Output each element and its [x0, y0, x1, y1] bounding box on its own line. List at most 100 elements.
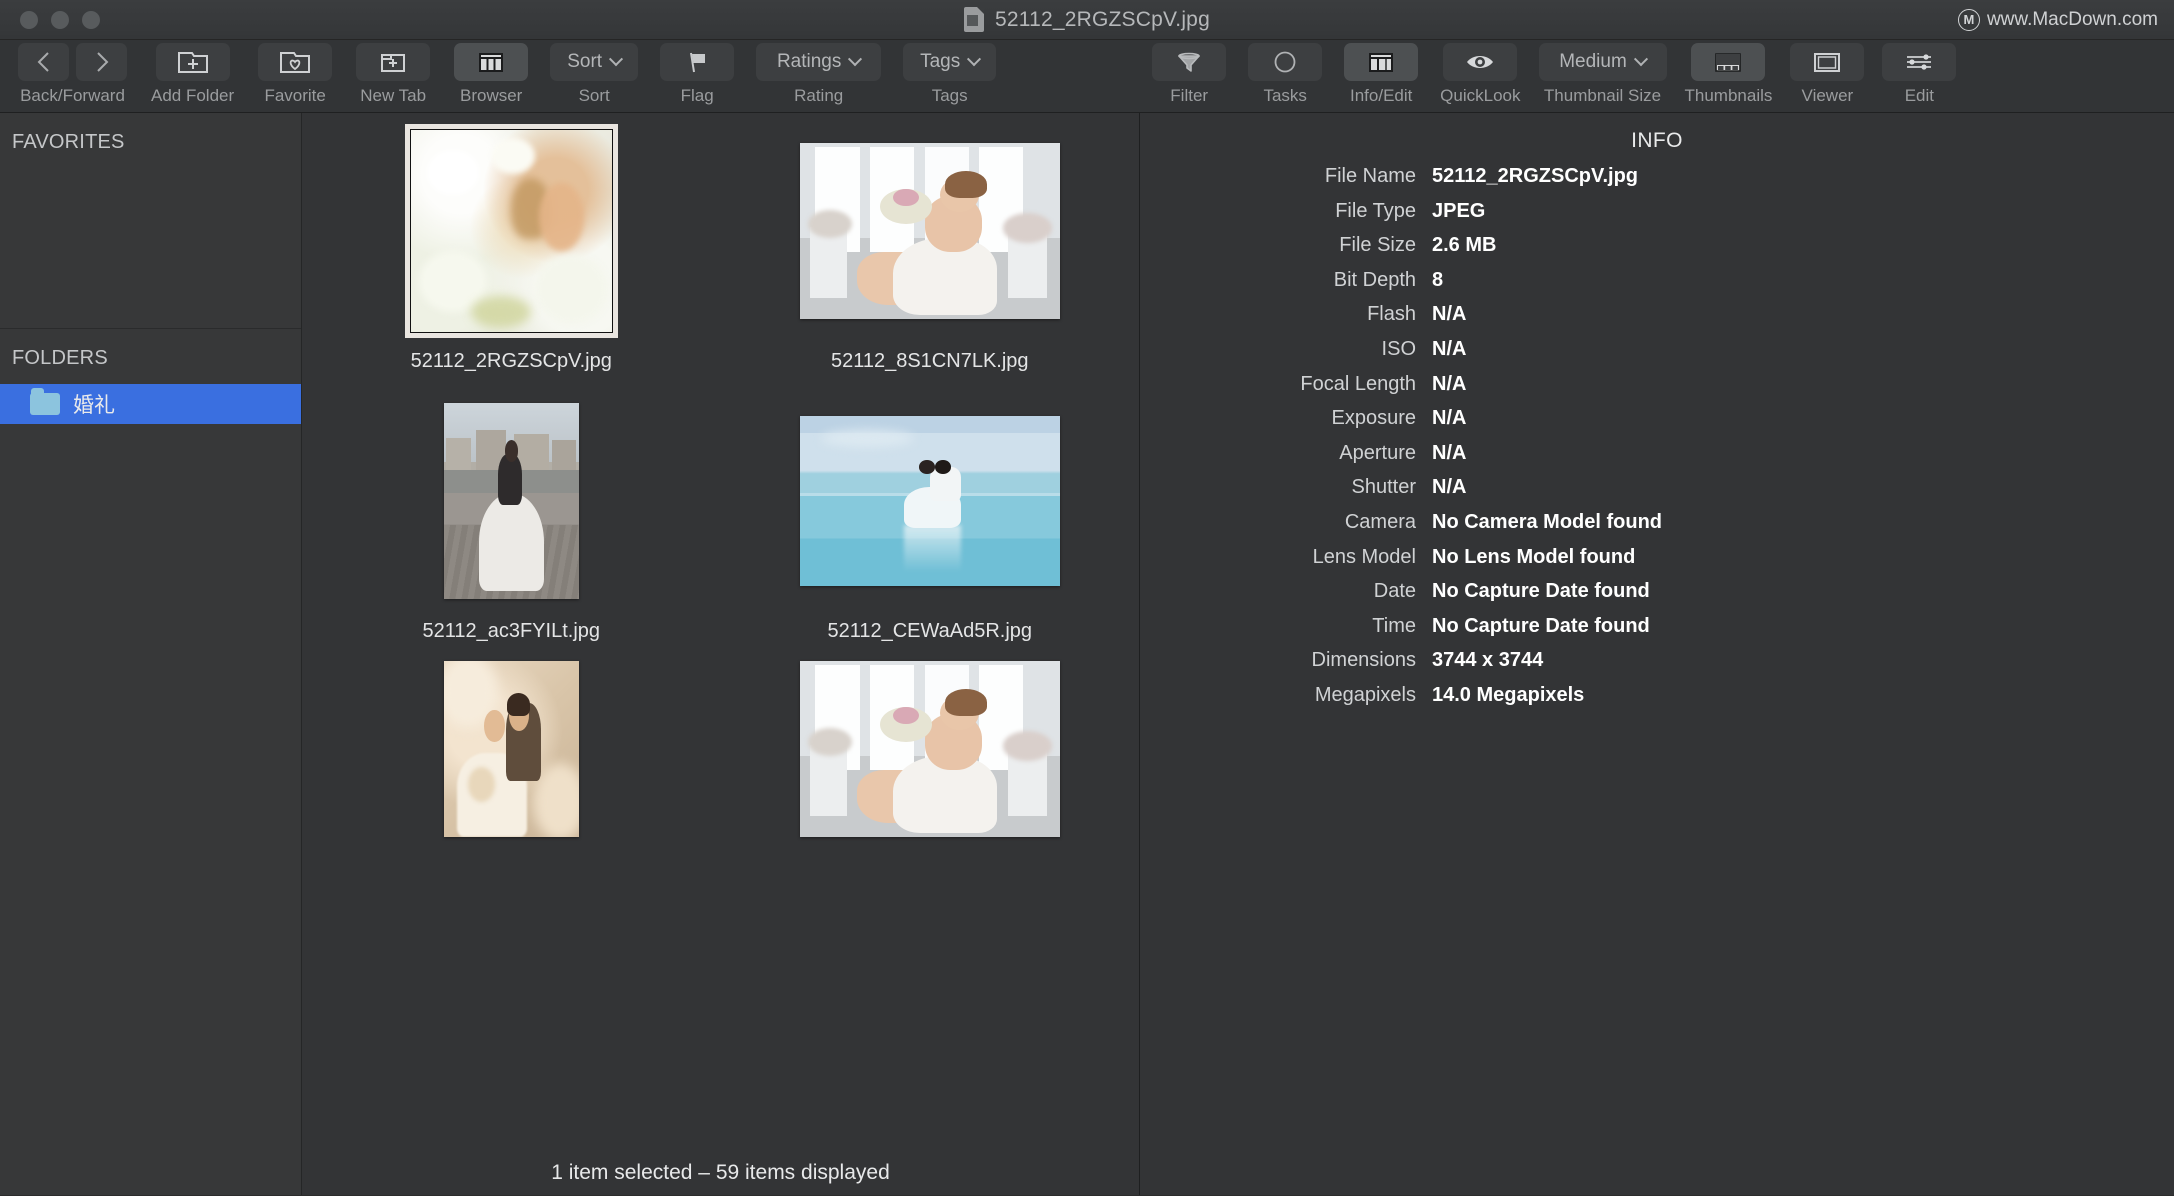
add-folder-button[interactable]	[155, 43, 230, 81]
edit-label: Edit	[1904, 86, 1935, 105]
info-value[interactable]: N/A	[1432, 373, 1466, 396]
edit-button[interactable]	[1882, 43, 1957, 81]
favorite-label: Favorite	[264, 86, 326, 105]
flag-label: Flag	[680, 86, 714, 105]
quicklook-label: QuickLook	[1440, 86, 1521, 105]
forward-button[interactable]	[76, 43, 127, 81]
info-edit-label: Info/Edit	[1349, 86, 1413, 105]
thumbnail-image[interactable]	[799, 661, 1060, 837]
info-value[interactable]: 8	[1432, 269, 1443, 292]
info-value[interactable]: 2.6 MB	[1432, 234, 1496, 257]
sort-menu-label: Sort	[567, 51, 603, 72]
toolbar-group-edit: Edit	[1882, 43, 1957, 106]
thumbnail-image[interactable]	[443, 661, 579, 837]
title-bar: 52112_2RGZSCpV.jpg M www.MacDown.com	[0, 0, 2174, 40]
tags-menu-button[interactable]: Tags	[903, 43, 997, 81]
browser-grid-panel[interactable]: 52112_2RGZSCpV.jpg 52112_8S1CN7LK.jpg 52…	[302, 113, 1140, 1195]
sidebar-folders-header: FOLDERS	[12, 347, 108, 369]
thumbnail-image[interactable]	[404, 124, 618, 338]
info-key: Exposure	[1331, 407, 1417, 430]
thumbnail-image[interactable]	[799, 416, 1060, 586]
new-tab-button[interactable]	[356, 43, 431, 81]
thumbnail-cell[interactable]: 52112_ac3FYILt.jpg	[302, 393, 721, 661]
toolbar-group-tasks: Tasks	[1248, 43, 1323, 106]
thumbnail-image[interactable]	[443, 403, 579, 599]
info-row: Shutter N/A	[1140, 476, 2174, 511]
thumbnail-size-menu-button[interactable]: Medium	[1538, 43, 1667, 81]
info-value[interactable]: N/A	[1432, 303, 1466, 326]
browser-label: Browser	[459, 86, 523, 105]
info-edit-button[interactable]	[1344, 43, 1419, 81]
toolbar-group-new-tab: New Tab	[356, 43, 431, 106]
info-row: File Name 52112_2RGZSCpV.jpg	[1140, 165, 2174, 200]
info-value[interactable]: JPEG	[1432, 200, 1485, 223]
flag-icon	[682, 48, 706, 76]
title-center: 52112_2RGZSCpV.jpg	[0, 7, 2174, 32]
info-value[interactable]: 14.0 Megapixels	[1432, 684, 1584, 707]
thumbnail-label: 52112_2RGZSCpV.jpg	[410, 350, 612, 372]
minimize-button[interactable]	[51, 10, 69, 29]
toolbar-group-browser: Browser	[454, 43, 529, 106]
toolbar-group-tags: Tags Tags	[903, 43, 997, 106]
info-row: Exposure N/A	[1140, 407, 2174, 442]
close-button[interactable]	[20, 10, 38, 29]
sort-label: Sort	[578, 86, 610, 105]
chevron-down-icon	[609, 52, 624, 67]
info-key: ISO	[1381, 337, 1416, 360]
zoom-button[interactable]	[82, 10, 100, 29]
filter-label: Filter	[1170, 86, 1209, 105]
thumbnail-cell[interactable]	[721, 661, 1140, 861]
status-bar: 1 item selected – 59 items displayed	[302, 1151, 1139, 1195]
info-row: Megapixels 14.0 Megapixels	[1140, 684, 2174, 719]
toolbar-group-favorite: Favorite	[258, 43, 333, 106]
info-key: Megapixels	[1314, 683, 1416, 706]
info-value[interactable]: No Capture Date found	[1432, 580, 1650, 603]
info-value[interactable]: No Lens Model found	[1432, 546, 1635, 569]
quicklook-button[interactable]	[1443, 43, 1518, 81]
main-content: FAVORITES FOLDERS 婚礼 52112_2RGZSCpV.jpg …	[0, 113, 2174, 1195]
thumbnail-image[interactable]	[799, 143, 1060, 319]
browser-button[interactable]	[454, 43, 529, 81]
tasks-label: Tasks	[1263, 86, 1307, 105]
flag-button[interactable]	[660, 43, 735, 81]
folder-icon	[30, 388, 60, 415]
viewer-button[interactable]	[1790, 43, 1865, 81]
rectangle-icon	[1810, 48, 1844, 76]
info-value[interactable]: 3744 x 3744	[1432, 649, 1543, 672]
tags-label: Tags	[931, 86, 968, 105]
info-panel-title: INFO	[1631, 129, 1683, 152]
info-value[interactable]: No Camera Model found	[1432, 511, 1662, 534]
thumbnail-cell[interactable]: 52112_8S1CN7LK.jpg	[721, 123, 1140, 393]
ratings-menu-button[interactable]: Ratings	[756, 43, 882, 81]
info-value[interactable]: N/A	[1432, 338, 1466, 361]
info-rows: File Name 52112_2RGZSCpV.jpg File Type J…	[1140, 165, 2174, 719]
sidebar-section-folders: FOLDERS 婚礼	[0, 329, 301, 424]
info-row: Aperture N/A	[1140, 442, 2174, 477]
thumbnail-size-label: Thumbnail Size	[1543, 86, 1662, 105]
thumbnail-cell[interactable]: 52112_2RGZSCpV.jpg	[302, 123, 721, 393]
back-button[interactable]	[18, 43, 69, 81]
sidebar-item-wedding-folder[interactable]: 婚礼	[0, 384, 301, 424]
info-value[interactable]: No Capture Date found	[1432, 615, 1650, 638]
thumbnail-cell[interactable]: 52112_CEWaAd5R.jpg	[721, 393, 1140, 661]
info-row: Focal Length N/A	[1140, 373, 2174, 408]
favorite-button[interactable]	[258, 43, 333, 81]
thumbnails-button[interactable]	[1691, 43, 1766, 81]
tasks-button[interactable]	[1248, 43, 1323, 81]
thumbnail-cell[interactable]	[302, 661, 721, 861]
info-value[interactable]: N/A	[1432, 442, 1466, 465]
filter-button[interactable]	[1152, 43, 1227, 81]
info-panel: INFO File Name 52112_2RGZSCpV.jpg File T…	[1140, 113, 2174, 1195]
info-key: File Type	[1335, 199, 1416, 222]
info-value[interactable]: N/A	[1432, 407, 1466, 430]
info-key: Aperture	[1339, 441, 1416, 464]
toolbar-group-info-edit: Info/Edit	[1344, 43, 1419, 106]
sort-menu-button[interactable]: Sort	[550, 43, 639, 81]
toolbar-group-thumbnail-size: Medium Thumbnail Size	[1538, 43, 1667, 106]
info-row: ISO N/A	[1140, 338, 2174, 373]
sidebar-favorites-header: FAVORITES	[12, 131, 125, 153]
toolbar-group-flag: Flag	[660, 43, 735, 106]
info-value[interactable]: N/A	[1432, 476, 1466, 499]
info-value[interactable]: 52112_2RGZSCpV.jpg	[1432, 165, 1638, 188]
viewer-label: Viewer	[1801, 86, 1854, 105]
